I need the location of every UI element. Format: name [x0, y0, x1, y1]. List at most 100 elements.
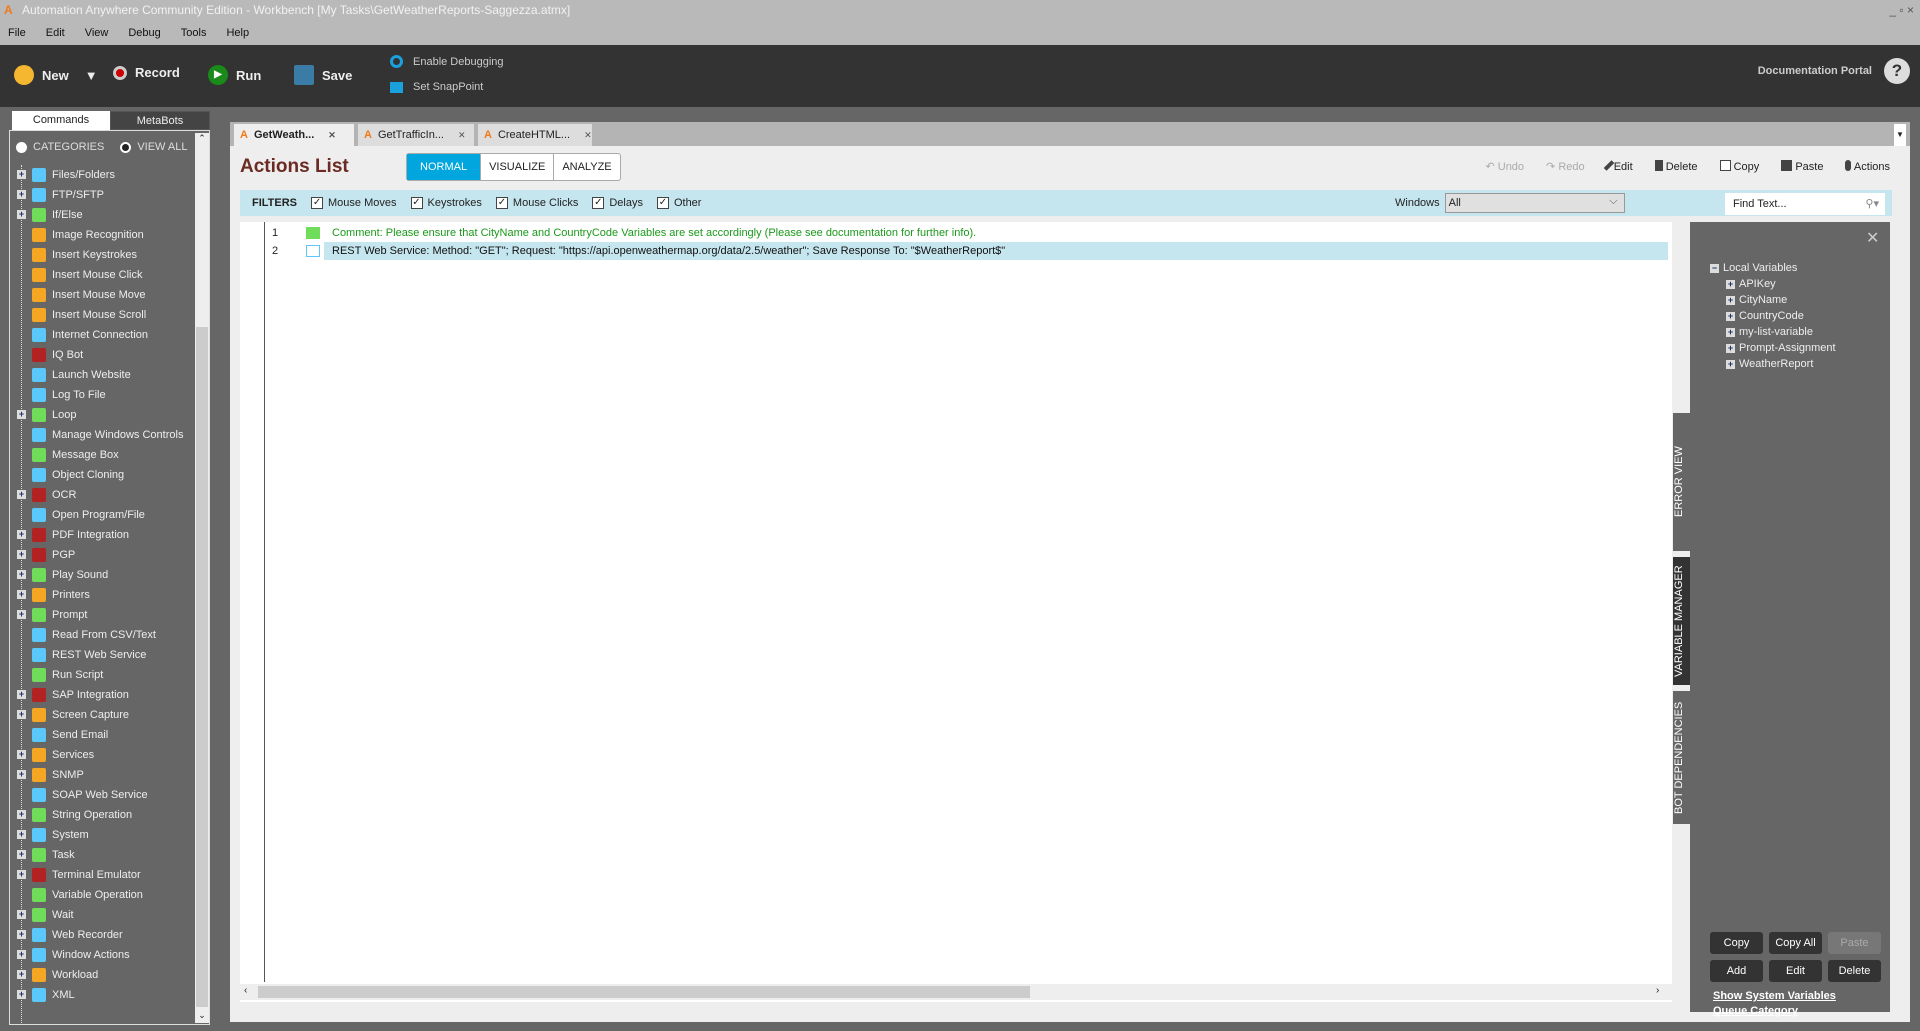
command-item[interactable]: Manage Windows Controls	[10, 425, 195, 445]
command-item[interactable]: Launch Website	[10, 365, 195, 385]
collapse-icon[interactable]: −	[1710, 263, 1719, 273]
expand-icon[interactable]: +	[17, 570, 26, 579]
tab-commands[interactable]: Commands	[12, 111, 110, 130]
horizontal-scrollbar[interactable]: ‹ ›	[240, 984, 1672, 1000]
command-item[interactable]: Send Email	[10, 725, 195, 745]
var-add-button[interactable]: Add	[1710, 960, 1763, 982]
expand-icon[interactable]: +	[17, 930, 26, 939]
close-tab-icon[interactable]: ✕	[458, 130, 466, 141]
expand-icon[interactable]: +	[17, 490, 26, 499]
expand-icon[interactable]: +	[17, 690, 26, 699]
documentation-portal-link[interactable]: Documentation Portal	[1758, 65, 1872, 77]
expand-icon[interactable]: +	[17, 910, 26, 919]
command-item[interactable]: + Window Actions	[10, 945, 195, 965]
record-button[interactable]: Record	[113, 65, 180, 80]
command-item[interactable]: Insert Mouse Click	[10, 265, 195, 285]
command-item[interactable]: SOAP Web Service	[10, 785, 195, 805]
tab-error-view[interactable]: ERROR VIEW	[1672, 412, 1692, 552]
command-item[interactable]: + Workload	[10, 965, 195, 985]
variable-item[interactable]: + Prompt-Assignment	[1710, 340, 1880, 356]
tab-variable-manager[interactable]: VARIABLE MANAGER	[1672, 556, 1692, 686]
view-analyze-button[interactable]: ANALYZE	[553, 154, 619, 180]
var-delete-button[interactable]: Delete	[1828, 960, 1881, 982]
redo-button[interactable]: ↷ Redo	[1546, 160, 1585, 173]
expand-icon[interactable]: +	[17, 210, 26, 219]
filter-delays-checkbox[interactable]: ✓ Delays	[592, 197, 643, 209]
command-item[interactable]: IQ Bot	[10, 345, 195, 365]
var-paste-button[interactable]: Paste	[1828, 932, 1881, 954]
var-copy-all-button[interactable]: Copy All	[1769, 932, 1822, 954]
command-item[interactable]: + Task	[10, 845, 195, 865]
action-line[interactable]: 2 REST Web Service: Method: "GET"; Reque…	[240, 242, 1668, 260]
filter-keystrokes-checkbox[interactable]: ✓ Keystrokes	[410, 197, 482, 209]
actions-button[interactable]: Actions	[1845, 160, 1890, 173]
command-item[interactable]: + Terminal Emulator	[10, 865, 195, 885]
set-snappoint-button[interactable]: Set SnapPoint	[390, 81, 590, 93]
edit-button[interactable]: Edit	[1603, 160, 1633, 173]
file-tab[interactable]: A GetWeath... ✕	[234, 124, 354, 146]
expand-icon[interactable]: +	[1726, 279, 1735, 289]
command-item[interactable]: + Wait	[10, 905, 195, 925]
menu-file[interactable]: File	[8, 27, 26, 39]
file-tab[interactable]: A CreateHTML... ✕	[478, 124, 592, 146]
expand-icon[interactable]: +	[1726, 295, 1735, 305]
filter-mouse-moves-checkbox[interactable]: ✓ Mouse Moves	[311, 197, 397, 209]
command-item[interactable]: Read From CSV/Text	[10, 625, 195, 645]
radio-categories[interactable]: CATEGORIES	[16, 141, 104, 153]
expand-icon[interactable]: +	[17, 870, 26, 879]
command-item[interactable]: REST Web Service	[10, 645, 195, 665]
command-item[interactable]: + SAP Integration	[10, 685, 195, 705]
show-system-variables-link[interactable]: Show System Variables	[1713, 990, 1883, 1002]
save-button[interactable]: Save	[294, 65, 352, 85]
command-item[interactable]: + Prompt	[10, 605, 195, 625]
command-item[interactable]: + Loop	[10, 405, 195, 425]
expand-icon[interactable]: +	[17, 530, 26, 539]
scroll-right-icon[interactable]: ›	[1656, 985, 1659, 996]
command-item[interactable]: + FTP/SFTP	[10, 185, 195, 205]
command-item[interactable]: + SNMP	[10, 765, 195, 785]
view-visualize-button[interactable]: VISUALIZE	[480, 154, 553, 180]
command-item[interactable]: + OCR	[10, 485, 195, 505]
paste-button[interactable]: Paste	[1781, 160, 1823, 173]
command-item[interactable]: + PGP	[10, 545, 195, 565]
queue-category-link[interactable]: Queue Category	[1713, 1005, 1883, 1017]
menu-edit[interactable]: Edit	[46, 27, 65, 39]
expand-icon[interactable]: +	[17, 950, 26, 959]
file-tab[interactable]: A GetTrafficIn... ✕	[358, 124, 474, 146]
command-item[interactable]: + If/Else	[10, 205, 195, 225]
command-item[interactable]: Variable Operation	[10, 885, 195, 905]
close-icon[interactable]: ✕	[1866, 228, 1879, 248]
expand-icon[interactable]: +	[17, 850, 26, 859]
command-list-scrollbar[interactable]: ⌃ ⌄	[195, 133, 209, 1023]
command-item[interactable]: Log To File	[10, 385, 195, 405]
expand-icon[interactable]: +	[17, 410, 26, 419]
variable-item[interactable]: + CityName	[1710, 292, 1880, 308]
filter-other-checkbox[interactable]: ✓ Other	[656, 197, 701, 209]
view-normal-button[interactable]: NORMAL	[407, 154, 481, 180]
expand-icon[interactable]: +	[17, 830, 26, 839]
command-item[interactable]: + XML	[10, 985, 195, 1005]
menu-help[interactable]: Help	[226, 27, 249, 39]
command-item[interactable]: Run Script	[10, 665, 195, 685]
var-copy-button[interactable]: Copy	[1710, 932, 1763, 954]
command-item[interactable]: Object Cloning	[10, 465, 195, 485]
expand-icon[interactable]: +	[1726, 359, 1735, 369]
variable-item[interactable]: + my-list-variable	[1710, 324, 1880, 340]
command-item[interactable]: + System	[10, 825, 195, 845]
radio-view-all[interactable]: VIEW ALL	[120, 141, 187, 153]
command-item[interactable]: Insert Mouse Scroll	[10, 305, 195, 325]
expand-icon[interactable]: +	[1726, 311, 1735, 321]
close-tab-icon[interactable]: ✕	[584, 130, 592, 141]
command-item[interactable]: + Play Sound	[10, 565, 195, 585]
command-item[interactable]: Message Box	[10, 445, 195, 465]
menu-view[interactable]: View	[85, 27, 109, 39]
scroll-left-icon[interactable]: ‹	[244, 985, 247, 996]
tab-metabots[interactable]: MetaBots	[110, 111, 210, 130]
expand-icon[interactable]: +	[17, 970, 26, 979]
undo-button[interactable]: ↶ Undo	[1485, 160, 1524, 173]
filter-mouse-clicks-checkbox[interactable]: ✓ Mouse Clicks	[495, 197, 578, 209]
actions-list-editor[interactable]: 1 Comment: Please ensure that CityName a…	[240, 222, 1672, 1002]
expand-icon[interactable]: +	[17, 710, 26, 719]
help-icon[interactable]: ?	[1884, 58, 1910, 84]
expand-icon[interactable]: +	[17, 610, 26, 619]
